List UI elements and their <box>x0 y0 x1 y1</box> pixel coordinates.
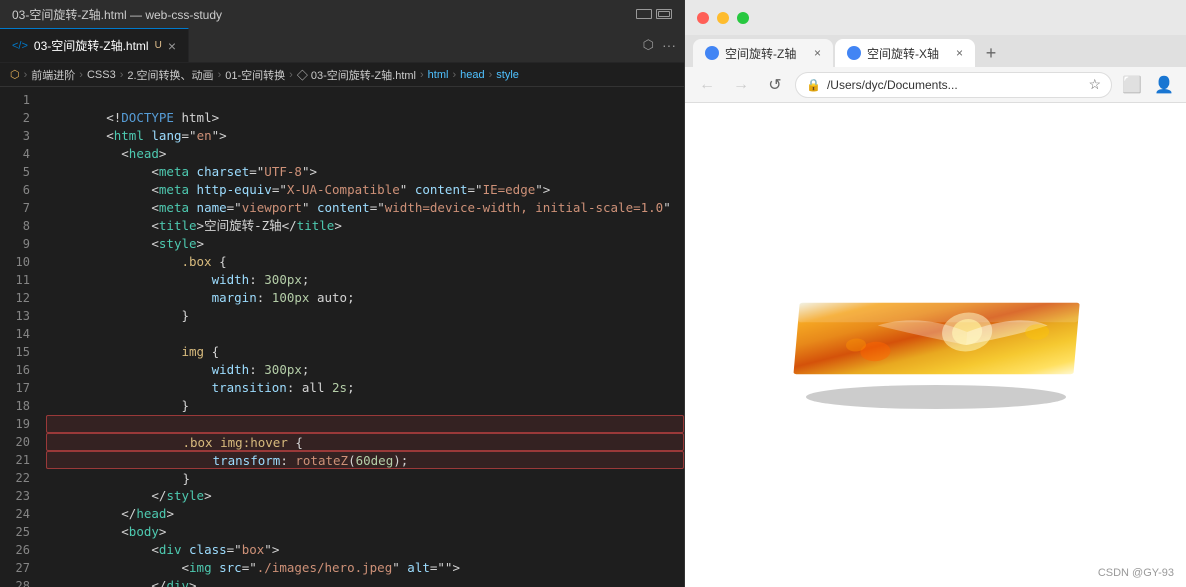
new-tab-button[interactable]: + <box>977 39 1005 67</box>
forward-button[interactable]: → <box>727 71 755 99</box>
line-numbers: 1 2 3 4 5 6 7 8 9 10 11 12 13 14 15 16 1… <box>0 87 38 587</box>
browser-tab-1[interactable]: 空间旋转-Z轴 × <box>693 39 833 67</box>
vscode-panel: 03-空间旋转-Z轴.html — web-css-study </> 03-空… <box>0 0 685 587</box>
tab-file-icon: </> <box>12 40 28 52</box>
vscode-title-bar: 03-空间旋转-Z轴.html — web-css-study <box>0 0 684 28</box>
vscode-tab-bar: </> 03-空间旋转-Z轴.html U × ⬡ ··· <box>0 28 684 63</box>
nav-extra-buttons: ⬜ 👤 <box>1118 71 1178 99</box>
breadcrumb-item-html[interactable]: html <box>428 69 449 81</box>
browser-tab-1-close[interactable]: × <box>814 46 821 60</box>
code-line-1: <!DOCTYPE html> <box>46 91 684 109</box>
window-maximize-btn[interactable] <box>656 9 672 19</box>
more-actions-icon[interactable]: ··· <box>662 37 676 53</box>
breadcrumb: ⬡ › 前端进阶 › CSS3 › 2.空间转换、动画 › 01-空间转换 › … <box>0 63 684 87</box>
browser-nav: ← → ↺ 🔒 /Users/dyc/Documents... ☆ ⬜ 👤 <box>685 67 1186 103</box>
browser-tab-2[interactable]: 空间旋转-X轴 × <box>835 39 975 67</box>
code-lines: <!DOCTYPE html> <html lang="en"> <head> … <box>38 87 684 587</box>
window-minimize-btn[interactable] <box>636 9 652 19</box>
breadcrumb-item-css3[interactable]: CSS3 <box>87 69 116 81</box>
back-button[interactable]: ← <box>693 71 721 99</box>
browser-title-bar <box>685 0 1186 35</box>
tab-favicon-1 <box>705 46 719 60</box>
breadcrumb-item-01[interactable]: 01-空间转换 <box>225 67 285 83</box>
bookmark-icon[interactable]: ☆ <box>1088 76 1101 93</box>
profile-button[interactable]: 👤 <box>1150 71 1178 99</box>
tab-favicon-2 <box>847 46 861 60</box>
breadcrumb-item-head[interactable]: head <box>460 69 484 81</box>
code-line-14: img { <box>46 325 684 343</box>
title-bar-controls <box>636 9 672 19</box>
breadcrumb-item-file[interactable]: ◇ 03-空间旋转-Z轴.html <box>297 67 416 83</box>
split-editor-icon[interactable]: ⬡ <box>643 37 654 53</box>
demo-container <box>776 265 1096 425</box>
code-line-19: .box img:hover { <box>46 415 684 433</box>
browser-panel: 空间旋转-Z轴 × 空间旋转-X轴 × + ← → ↺ 🔒 /Users/dyc… <box>685 0 1186 587</box>
browser-tabs: 空间旋转-Z轴 × 空间旋转-X轴 × + <box>685 35 1186 67</box>
sidebar-toggle-button[interactable]: ⬜ <box>1118 71 1146 99</box>
breadcrumb-item-frontend[interactable]: 前端进阶 <box>31 67 75 83</box>
tab-label: 03-空间旋转-Z轴.html <box>34 37 149 54</box>
traffic-light-yellow[interactable] <box>717 12 729 24</box>
active-tab[interactable]: </> 03-空间旋转-Z轴.html U × <box>0 28 189 62</box>
browser-content: CSDN @GY-93 <box>685 103 1186 587</box>
refresh-button[interactable]: ↺ <box>761 71 789 99</box>
traffic-light-green[interactable] <box>737 12 749 24</box>
code-editor[interactable]: 1 2 3 4 5 6 7 8 9 10 11 12 13 14 15 16 1… <box>0 87 684 587</box>
breadcrumb-item-space[interactable]: 2.空间转换、动画 <box>127 67 213 83</box>
tab-actions: ⬡ ··· <box>635 28 684 62</box>
browser-tab-2-label: 空间旋转-X轴 <box>867 45 939 62</box>
tab-close-button[interactable]: × <box>168 39 176 53</box>
tab-modified-indicator: U <box>155 40 162 51</box>
vscode-title: 03-空间旋转-Z轴.html — web-css-study <box>12 6 222 23</box>
rotated-hero-image <box>776 265 1096 425</box>
traffic-light-red[interactable] <box>697 12 709 24</box>
browser-tab-1-label: 空间旋转-Z轴 <box>725 45 796 62</box>
address-text: /Users/dyc/Documents... <box>827 78 1082 92</box>
address-bar[interactable]: 🔒 /Users/dyc/Documents... ☆ <box>795 72 1112 98</box>
breadcrumb-item-1[interactable]: ⬡ <box>10 68 20 81</box>
lock-icon: 🔒 <box>806 78 821 92</box>
browser-tab-2-close[interactable]: × <box>956 46 963 60</box>
csdn-watermark: CSDN @GY-93 <box>1098 567 1174 579</box>
breadcrumb-item-style[interactable]: style <box>496 69 519 81</box>
